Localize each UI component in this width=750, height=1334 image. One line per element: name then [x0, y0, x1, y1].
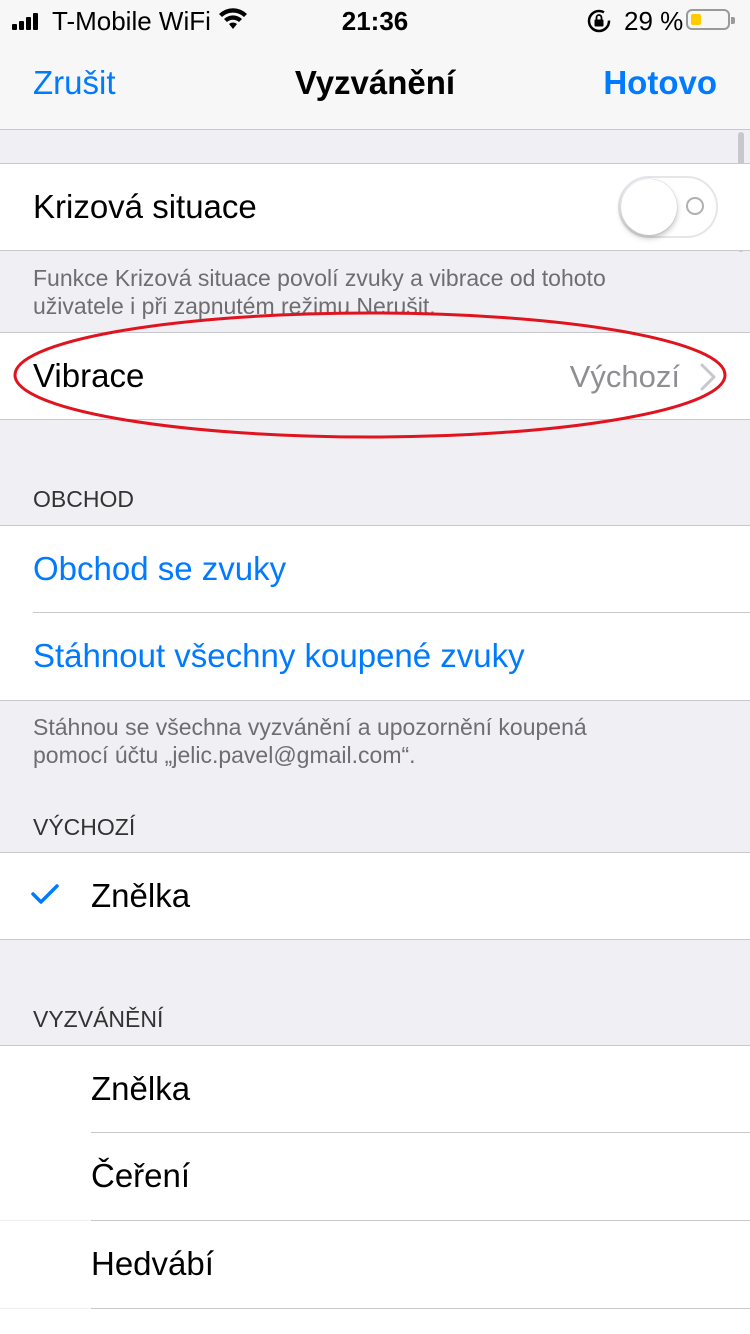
orientation-lock-icon [587, 9, 611, 33]
store-footer: Stáhnou se všechna vyzvánění a upozorněn… [33, 714, 587, 768]
battery-icon [686, 9, 735, 30]
default-tone-row[interactable]: Znělka [0, 853, 750, 940]
battery-percentage: 29 % [624, 6, 684, 36]
chevron-right-icon [700, 363, 716, 391]
emergency-bypass-label: Krizová situace [33, 188, 257, 225]
download-purchased-row[interactable]: Stáhnout všechny koupené zvuky [0, 613, 750, 700]
status-bar: T-Mobile WiFi 21:36 29 % [0, 0, 750, 42]
toggle-knob [621, 179, 677, 235]
ringtone-row-partial[interactable] [0, 1309, 750, 1334]
battery-level [691, 14, 701, 25]
ringtones-section-header: VYZVÁNĚNÍ [33, 1006, 164, 1032]
ringtone-label: Hedvábí [91, 1245, 214, 1282]
tone-store-link: Obchod se zvuky [33, 550, 287, 587]
vibration-value: Výchozí [569, 359, 680, 394]
download-purchased-link: Stáhnout všechny koupené zvuky [33, 637, 525, 674]
emergency-bypass-footer: Funkce Krizová situace povolí zvuky a vi… [33, 265, 606, 319]
navigation-bar: Zrušit Vyzvánění Hotovo [0, 42, 750, 130]
emergency-bypass-row: Krizová situace [0, 164, 750, 251]
ringtone-row[interactable]: Znělka [0, 1046, 750, 1133]
done-button[interactable]: Hotovo [603, 64, 717, 102]
emergency-bypass-toggle[interactable] [618, 176, 718, 238]
default-section-header: VÝCHOZÍ [33, 814, 136, 840]
ringtone-label: Čeření [91, 1157, 191, 1194]
vibration-label: Vibrace [33, 357, 145, 394]
ringtone-row[interactable]: Hedvábí [0, 1221, 750, 1308]
default-tone-label: Znělka [91, 877, 191, 914]
toggle-off-indicator-icon [686, 197, 704, 215]
ringtone-label: Znělka [91, 1070, 191, 1107]
checkmark-icon [31, 884, 59, 904]
vibration-row[interactable]: Vibrace Výchozí [0, 333, 750, 420]
store-section-header: OBCHOD [33, 486, 134, 512]
tone-store-row[interactable]: Obchod se zvuky [0, 526, 750, 613]
ringtone-row[interactable]: Čeření [0, 1133, 750, 1220]
